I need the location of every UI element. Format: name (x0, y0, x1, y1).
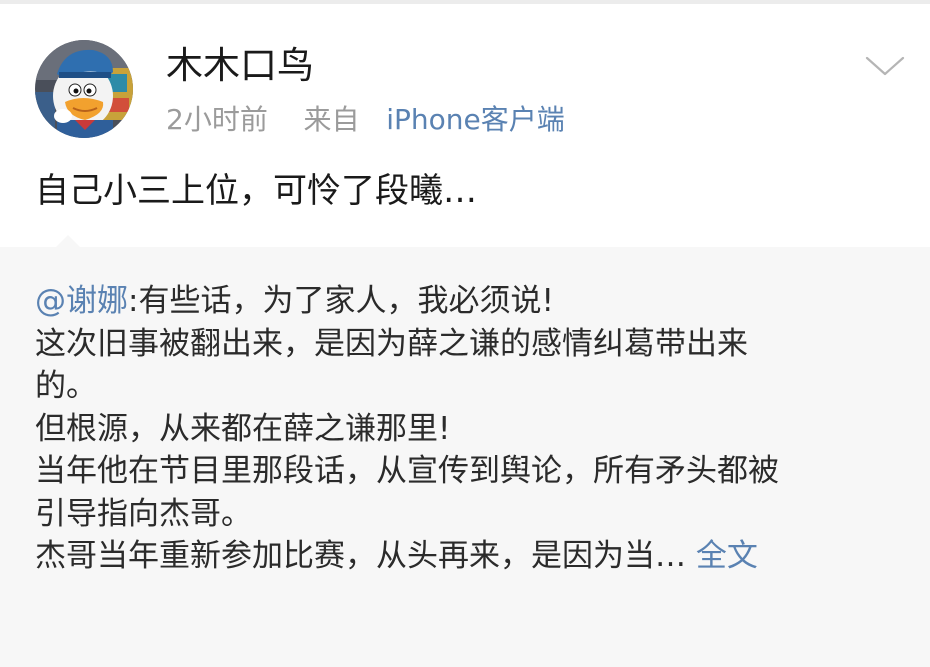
repost-line: 但根源，从来都在薛之谦那里! (35, 410, 451, 447)
repost-line-text: 杰哥当年重新参加比赛，从头再来，是因为当… (35, 538, 686, 574)
source-client[interactable]: iPhone客户端 (386, 103, 565, 136)
weibo-post-card: 木木口鸟 2小时前 来自 iPhone客户端 自己小三上位，可怜了段曦… @谢娜… (0, 0, 930, 667)
read-more-link[interactable]: 全文 (696, 538, 758, 574)
author-name[interactable]: 木木口鸟 (166, 44, 314, 88)
repost-line-last: 杰哥当年重新参加比赛，从头再来，是因为当… 全文 (35, 535, 915, 578)
post-body-text: 自己小三上位，可怜了段曦… (35, 171, 477, 211)
repost-body: @谢娜:有些话，为了家人，我必须说! 这次旧事被翻出来，是因为薛之谦的感情纠葛带… (35, 280, 915, 578)
repost-line: 的。 (35, 368, 97, 404)
repost-line-text: :有些话，为了家人，我必须说! (128, 283, 554, 319)
post-meta: 2小时前 来自 iPhone客户端 (166, 102, 565, 138)
post-time: 2小时前 (166, 103, 268, 136)
chevron-down-icon (865, 56, 905, 76)
avatar[interactable] (35, 40, 133, 138)
repost-line: @谢娜:有些话，为了家人，我必须说! (35, 280, 915, 323)
avatar-donald-duck-icon (35, 40, 133, 138)
repost-notch (56, 235, 80, 247)
repost-line: 引导指向杰哥。 (35, 495, 252, 532)
repost-line: 这次旧事被翻出来，是因为薛之谦的感情纠葛带出来 (35, 325, 748, 362)
source-prefix: 来自 (303, 103, 360, 136)
mention-link[interactable]: @谢娜 (35, 283, 128, 319)
repost-line: 当年他在节目里那段话，从宣传到舆论，所有矛头都被 (35, 453, 779, 489)
post-menu-button[interactable] (864, 52, 906, 80)
top-divider (0, 0, 930, 4)
